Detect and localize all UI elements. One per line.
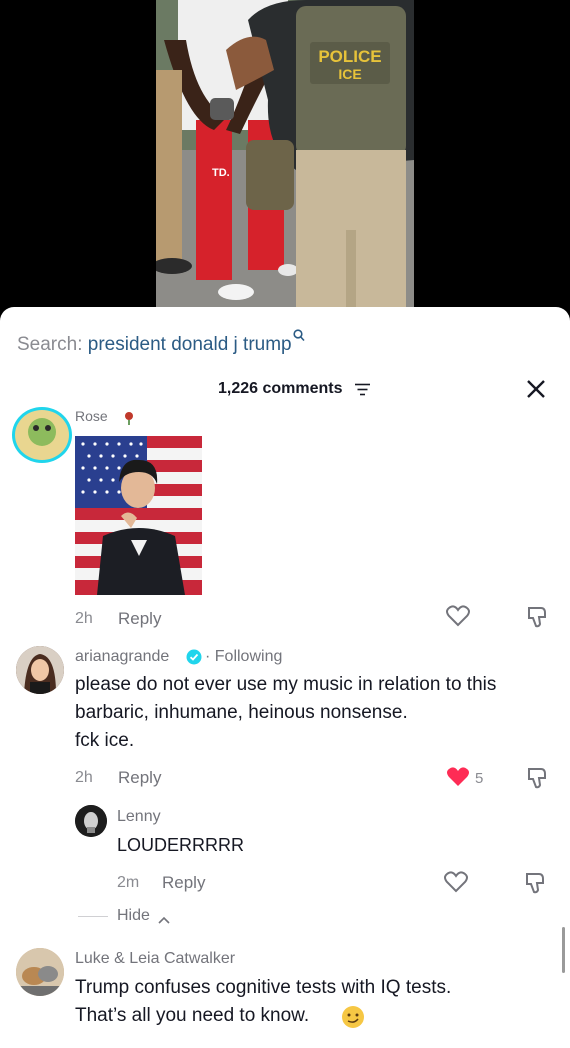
dislike-icon[interactable] bbox=[524, 871, 546, 900]
reply-author[interactable]: Lenny bbox=[117, 808, 161, 826]
heart-filled-icon[interactable] bbox=[446, 766, 470, 793]
flag-photo-illustration bbox=[75, 436, 202, 595]
chevron-up-icon[interactable] bbox=[158, 911, 170, 929]
video-scene-illustration: TD. POLICE ICE bbox=[156, 0, 414, 310]
reply-button[interactable]: Reply bbox=[118, 609, 161, 629]
avatar[interactable] bbox=[12, 407, 72, 463]
search-icon[interactable] bbox=[292, 329, 305, 355]
search-query[interactable]: president donald j trump bbox=[88, 334, 292, 355]
comments-sheet: Search: president donald j trump 1,226 c… bbox=[0, 307, 570, 1048]
comment-text-line: That’s all you need to know. bbox=[75, 1005, 310, 1026]
search-prefix: Search: bbox=[17, 334, 83, 355]
avatar[interactable] bbox=[16, 948, 64, 996]
comment-image[interactable] bbox=[75, 436, 202, 595]
close-icon[interactable] bbox=[524, 377, 548, 401]
following-label[interactable]: · Following bbox=[205, 648, 282, 666]
vest-ice-text: ICE bbox=[338, 66, 361, 82]
hide-divider bbox=[78, 916, 108, 917]
comment-author[interactable]: Rose bbox=[75, 408, 108, 424]
like-count: 5 bbox=[475, 770, 484, 787]
rose-emoji-icon bbox=[122, 411, 136, 430]
hide-replies-button[interactable]: Hide bbox=[117, 907, 150, 925]
dislike-icon[interactable] bbox=[526, 605, 548, 634]
avatar[interactable] bbox=[75, 805, 107, 837]
comment-time: 2h bbox=[75, 769, 93, 786]
comment-time: 2h bbox=[75, 610, 93, 627]
smirk-emoji-icon bbox=[341, 1005, 365, 1034]
avatar[interactable] bbox=[16, 646, 64, 694]
pants-text: TD. bbox=[212, 167, 230, 179]
video-frame: TD. POLICE ICE bbox=[156, 0, 414, 310]
comment-text-line: please do not ever use my music in relat… bbox=[75, 674, 497, 695]
comment-text-line: barbaric, inhumane, heinous nonsense. bbox=[75, 702, 408, 723]
reply-text: LOUDERRRRR bbox=[117, 835, 245, 855]
comments-header: 1,226 comments bbox=[0, 377, 570, 407]
verified-badge-icon bbox=[186, 649, 202, 670]
video-player[interactable]: TD. POLICE ICE bbox=[0, 0, 570, 320]
search-suggestion[interactable]: Search: president donald j trump bbox=[17, 329, 305, 356]
comment-count: 1,226 comments bbox=[218, 380, 343, 397]
comment-text-line: fck ice. bbox=[75, 730, 135, 751]
reply-button[interactable]: Reply bbox=[118, 768, 161, 788]
sort-filter-icon[interactable] bbox=[355, 383, 370, 401]
heart-icon[interactable] bbox=[446, 605, 470, 632]
comment-text-line: Trump confuses cognitive tests with IQ t… bbox=[75, 977, 452, 998]
dislike-icon[interactable] bbox=[526, 766, 548, 795]
comment-author[interactable]: arianagrande bbox=[75, 648, 169, 666]
reply-time: 2m bbox=[117, 874, 140, 891]
scrollbar[interactable] bbox=[562, 927, 565, 973]
vest-police-text: POLICE bbox=[318, 47, 381, 66]
reply-button[interactable]: Reply bbox=[162, 873, 205, 893]
comment-author[interactable]: Luke & Leia Catwalker bbox=[75, 950, 235, 968]
heart-icon[interactable] bbox=[444, 871, 468, 898]
